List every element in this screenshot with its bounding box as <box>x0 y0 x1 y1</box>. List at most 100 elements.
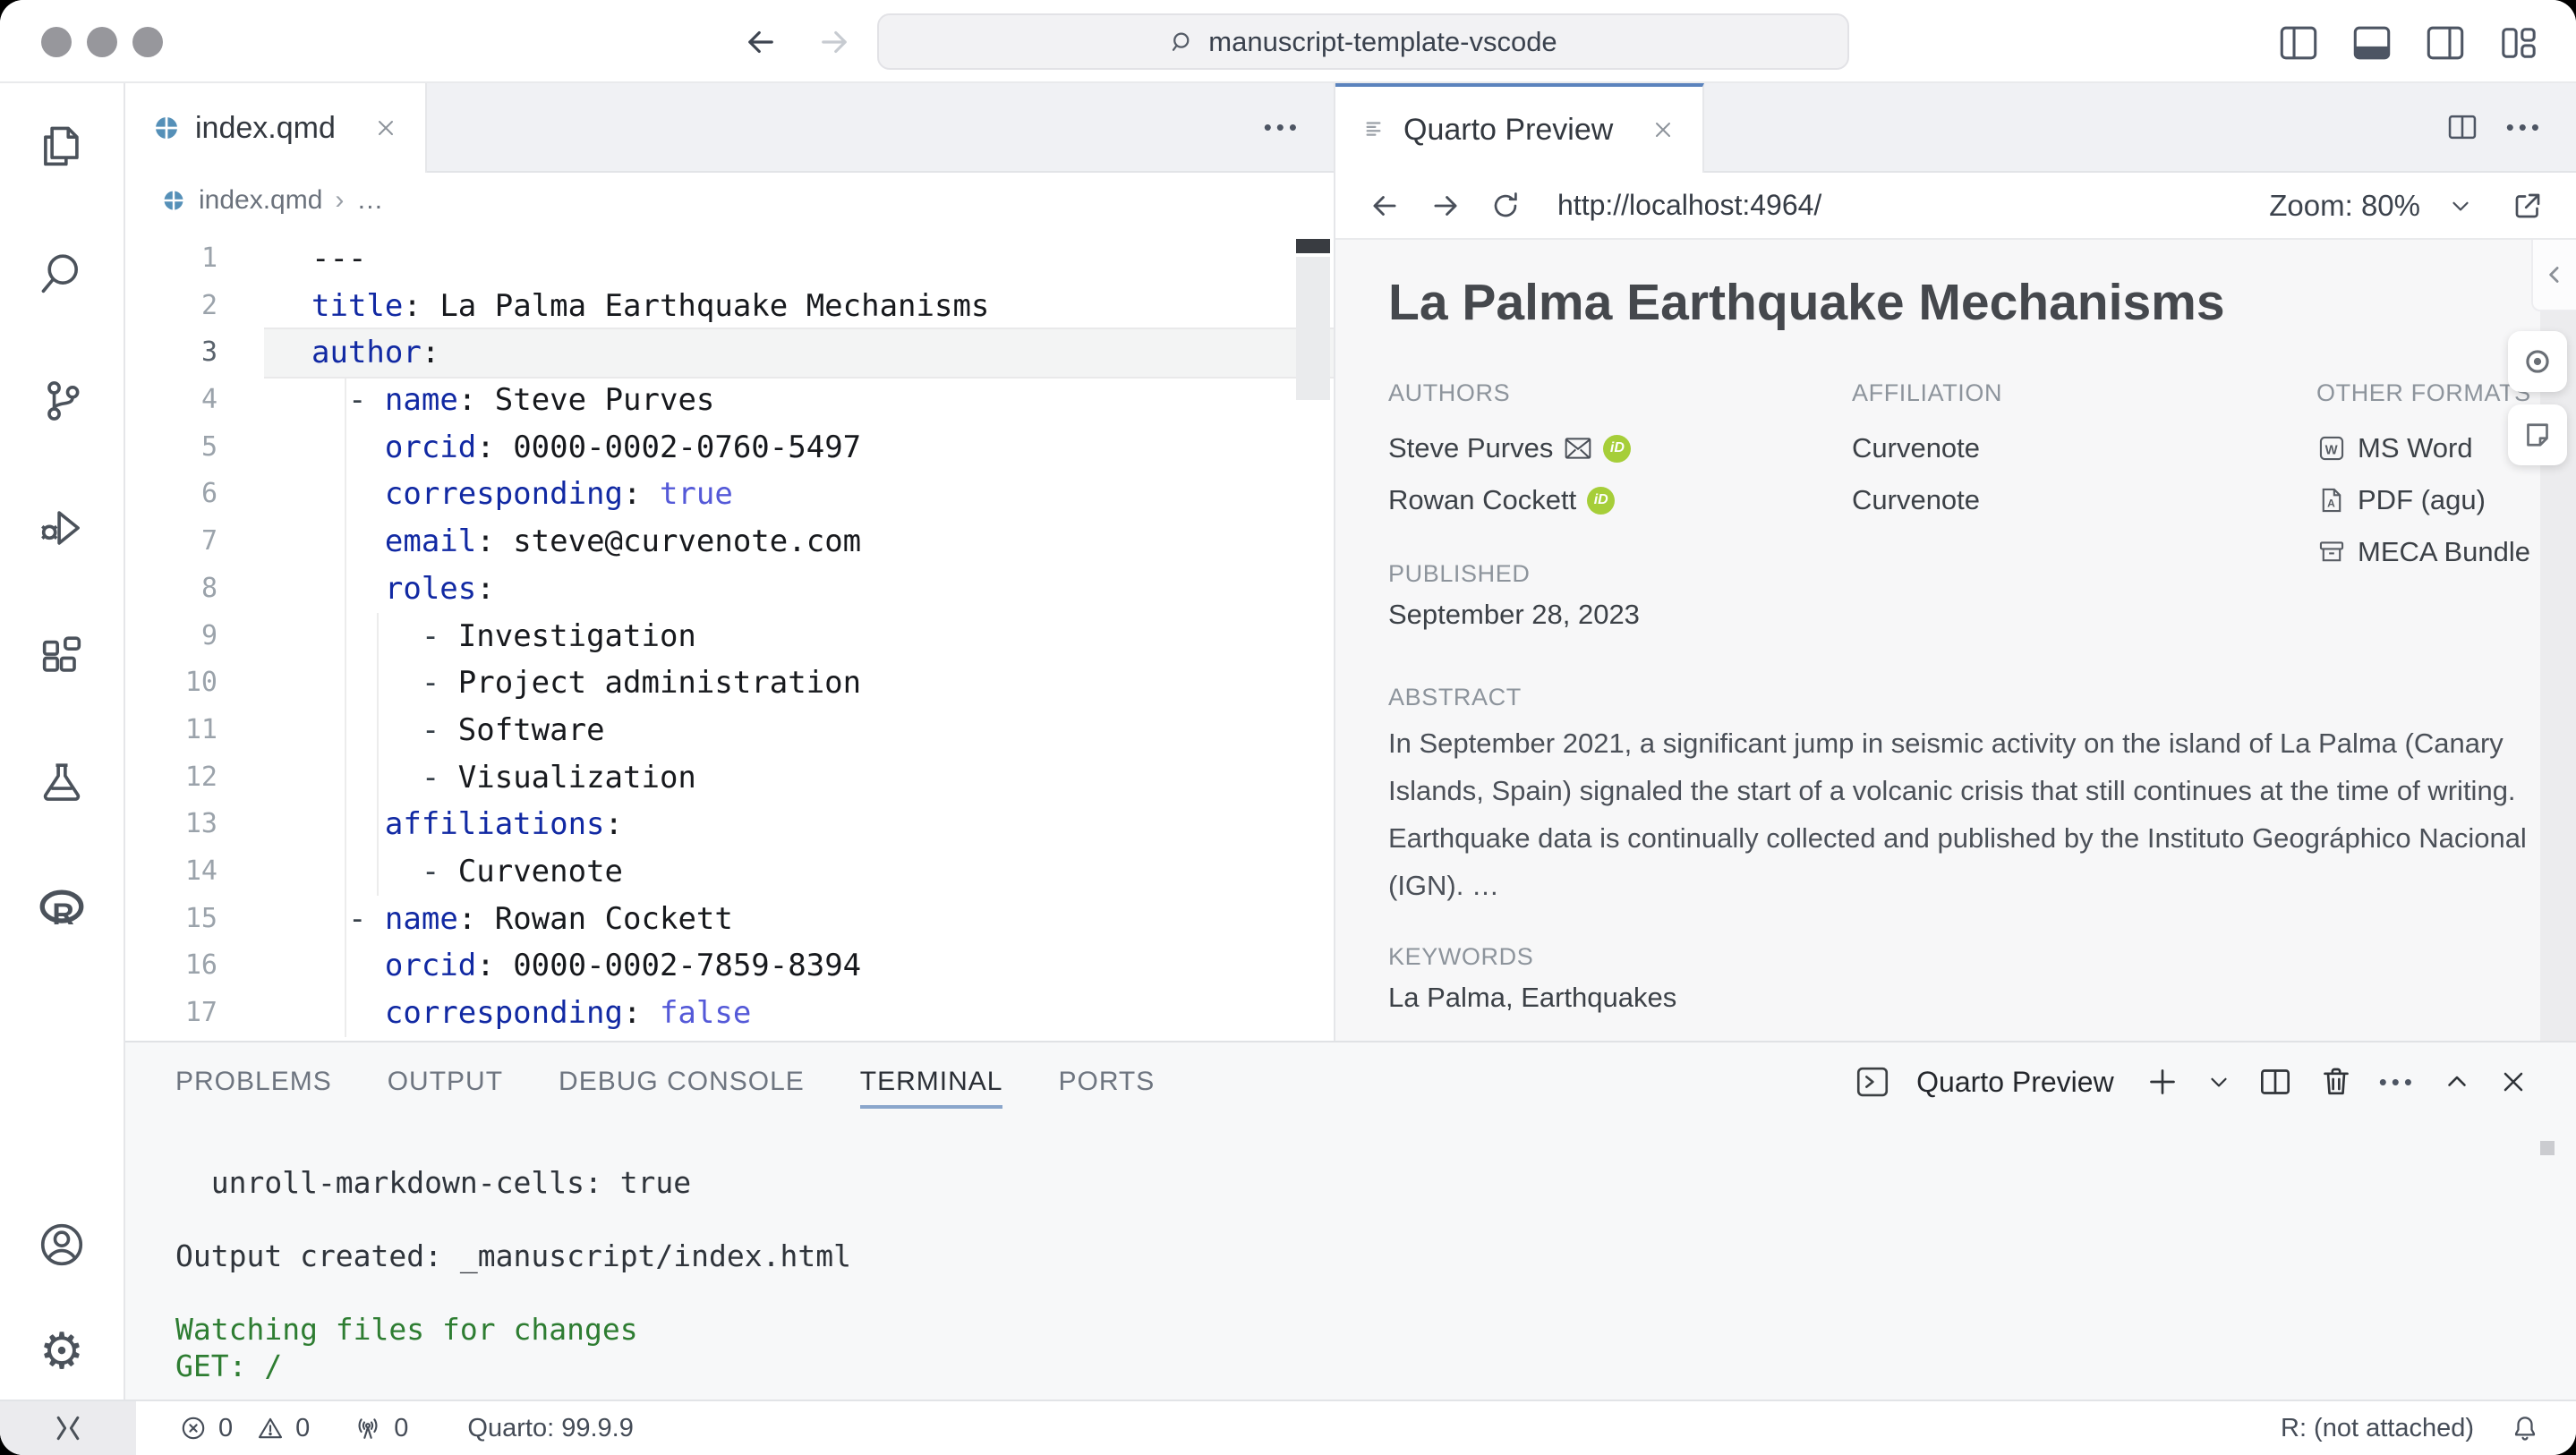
quarto-version-status[interactable]: Quarto: 99.9.9 <box>467 1414 633 1443</box>
new-terminal-button[interactable] <box>2145 1064 2180 1100</box>
run-debug-icon[interactable] <box>34 500 90 556</box>
r-status[interactable]: R: (not attached) <box>2281 1414 2474 1443</box>
toggle-preview-button[interactable] <box>2508 331 2567 392</box>
tab-ports[interactable]: PORTS <box>1058 1042 1155 1121</box>
terminal-name[interactable]: Quarto Preview <box>1916 1066 2114 1099</box>
editor-scrollbar[interactable] <box>1296 257 1330 400</box>
format-row[interactable]: A PDF (agu) <box>2316 474 2576 526</box>
code-line[interactable]: 13 affiliations: <box>125 801 1334 848</box>
testing-icon[interactable] <box>34 754 90 810</box>
code-editor[interactable]: 1---2title: La Palma Earthquake Mechanis… <box>125 228 1334 1041</box>
format-row[interactable]: MECA Bundle <box>2316 526 2576 578</box>
more-actions-icon[interactable]: ••• <box>2379 1068 2417 1096</box>
abstract-header: ABSTRACT <box>1388 682 2576 712</box>
author-name[interactable]: Rowan Cockett <box>1388 484 1576 516</box>
line-number: 17 <box>125 990 264 1037</box>
collapse-sidebar-handle[interactable] <box>2531 240 2576 311</box>
zoom-level[interactable]: Zoom: 80% <box>2269 189 2420 223</box>
toggle-secondary-sidebar-button[interactable] <box>2424 23 2467 63</box>
history-forward-button[interactable] <box>813 21 856 63</box>
tab-quarto-preview[interactable]: Quarto Preview <box>1335 83 1704 173</box>
code-line[interactable]: 5 orcid: 0000-0002-0760-5497 <box>125 424 1334 472</box>
notes-button[interactable] <box>2508 404 2567 465</box>
split-editor-icon[interactable] <box>2445 110 2479 144</box>
code-line[interactable]: 9 - Investigation <box>125 613 1334 660</box>
code-line[interactable]: 16 orcid: 0000-0002-7859-8394 <box>125 942 1334 990</box>
notifications-bell-icon[interactable] <box>2510 1413 2540 1443</box>
customize-layout-button[interactable] <box>2497 23 2540 63</box>
close-panel-icon[interactable] <box>2497 1066 2529 1098</box>
breadcrumb-file[interactable]: index.qmd <box>199 185 322 216</box>
code-line-body: corresponding: true <box>264 471 1334 518</box>
breadcrumb-more[interactable]: … <box>356 185 383 216</box>
terminal-output[interactable]: unroll-markdown-cells: true Output creat… <box>125 1121 2576 1400</box>
code-line[interactable]: 6 corresponding: true <box>125 471 1334 518</box>
minimize-window-button[interactable] <box>87 27 117 57</box>
tab-terminal[interactable]: TERMINAL <box>860 1042 1003 1121</box>
keywords-header: KEYWORDS <box>1388 941 2576 972</box>
svg-text:A: A <box>2327 498 2335 510</box>
remote-indicator[interactable] <box>0 1401 136 1455</box>
tab-index-qmd[interactable]: index.qmd <box>125 83 427 173</box>
format-label[interactable]: PDF (agu) <box>2358 484 2486 516</box>
code-line[interactable]: 11 - Software <box>125 707 1334 754</box>
code-line[interactable]: 8 roles: <box>125 566 1334 613</box>
tab-output[interactable]: OUTPUT <box>388 1042 503 1121</box>
code-line[interactable]: 17 corresponding: false <box>125 990 1334 1037</box>
code-line[interactable]: 2title: La Palma Earthquake Mechanisms <box>125 283 1334 330</box>
problems-status[interactable]: 0 0 <box>179 1414 310 1443</box>
explorer-icon[interactable] <box>34 119 90 174</box>
kill-terminal-icon[interactable] <box>2318 1064 2354 1100</box>
code-line[interactable]: 10 - Project administration <box>125 659 1334 707</box>
r-language-icon[interactable]: R <box>34 881 90 937</box>
account-icon[interactable] <box>34 1217 90 1272</box>
close-tab-icon[interactable] <box>1651 117 1676 142</box>
abstract-section: ABSTRACT In September 2021, a significan… <box>1388 682 2576 909</box>
format-label[interactable]: MS Word <box>2358 432 2473 464</box>
preview-reload-button[interactable] <box>1489 190 1522 222</box>
command-center-search[interactable]: manuscript-template-vscode <box>877 13 1849 70</box>
author-name[interactable]: Steve Purves <box>1388 432 1553 464</box>
close-tab-icon[interactable] <box>373 115 398 140</box>
terminal-scrollbar[interactable] <box>2540 1141 2555 1155</box>
close-window-button[interactable] <box>41 27 72 57</box>
more-actions-icon[interactable]: ••• <box>1264 114 1301 141</box>
chevron-down-icon[interactable] <box>2447 192 2474 219</box>
format-label[interactable]: MECA Bundle <box>2358 536 2530 568</box>
tab-problems[interactable]: PROBLEMS <box>175 1042 332 1121</box>
code-line[interactable]: 7 email: steve@curvenote.com <box>125 518 1334 566</box>
code-text: - Curvenote <box>264 848 1334 896</box>
terminal-line: Watching files for changes <box>175 1311 2576 1348</box>
extensions-icon[interactable] <box>34 627 90 683</box>
preview-back-button[interactable] <box>1368 189 1402 223</box>
toggle-panel-button[interactable] <box>2350 23 2393 63</box>
settings-gear-icon[interactable]: ⚙ <box>34 1324 90 1380</box>
search-view-icon[interactable] <box>34 246 90 302</box>
code-line[interactable]: 12 - Visualization <box>125 754 1334 802</box>
terminal-dropdown-icon[interactable] <box>2205 1068 2232 1095</box>
abstract-text: In September 2021, a significant jump in… <box>1388 719 2561 909</box>
open-external-icon[interactable] <box>2512 190 2544 222</box>
envelope-icon[interactable] <box>1564 436 1592 461</box>
line-number: 9 <box>125 613 264 660</box>
orcid-icon[interactable]: iD <box>1587 487 1615 515</box>
preview-url[interactable]: http://localhost:4964/ <box>1557 189 1821 222</box>
code-line[interactable]: 15 - name: Rowan Cockett <box>125 896 1334 943</box>
code-line[interactable]: 14 - Curvenote <box>125 848 1334 896</box>
preview-forward-button[interactable] <box>1429 189 1463 223</box>
zoom-window-button[interactable] <box>132 27 163 57</box>
code-line[interactable]: 1--- <box>125 235 1334 283</box>
orcid-icon[interactable]: iD <box>1603 435 1631 463</box>
code-line[interactable]: 3author: <box>125 329 1334 377</box>
maximize-panel-icon[interactable] <box>2442 1067 2472 1097</box>
breadcrumb[interactable]: index.qmd › … <box>125 173 1334 228</box>
split-terminal-icon[interactable] <box>2257 1064 2293 1100</box>
toggle-primary-sidebar-button[interactable] <box>2277 23 2320 63</box>
source-control-icon[interactable] <box>34 373 90 429</box>
code-text: orcid: 0000-0002-0760-5497 <box>264 424 1334 472</box>
code-line[interactable]: 4 - name: Steve Purves <box>125 377 1334 424</box>
tab-debug-console[interactable]: DEBUG CONSOLE <box>559 1042 805 1121</box>
history-back-button[interactable] <box>739 21 782 63</box>
ports-status[interactable]: 0 <box>353 1413 408 1443</box>
more-actions-icon[interactable]: ••• <box>2506 114 2544 141</box>
